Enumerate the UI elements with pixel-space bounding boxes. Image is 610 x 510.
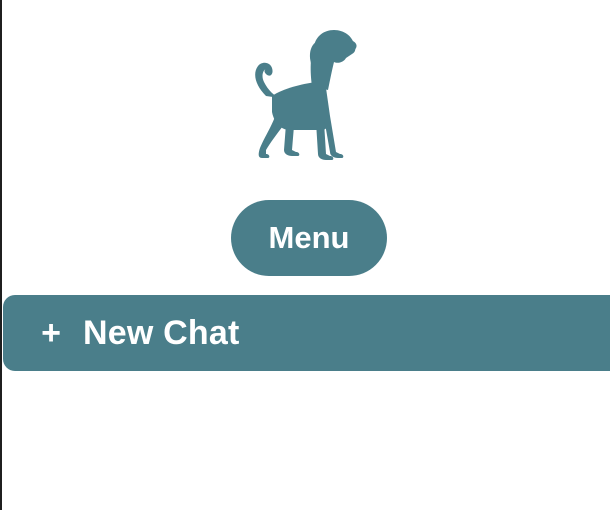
menu-button[interactable]: Menu [231, 200, 387, 276]
dog-logo-icon [250, 26, 360, 162]
new-chat-label: New Chat [83, 313, 240, 352]
menu-button-label: Menu [268, 220, 350, 255]
window-left-border [0, 0, 2, 510]
plus-icon: + [41, 314, 61, 352]
new-chat-button[interactable]: + New Chat [3, 295, 610, 371]
